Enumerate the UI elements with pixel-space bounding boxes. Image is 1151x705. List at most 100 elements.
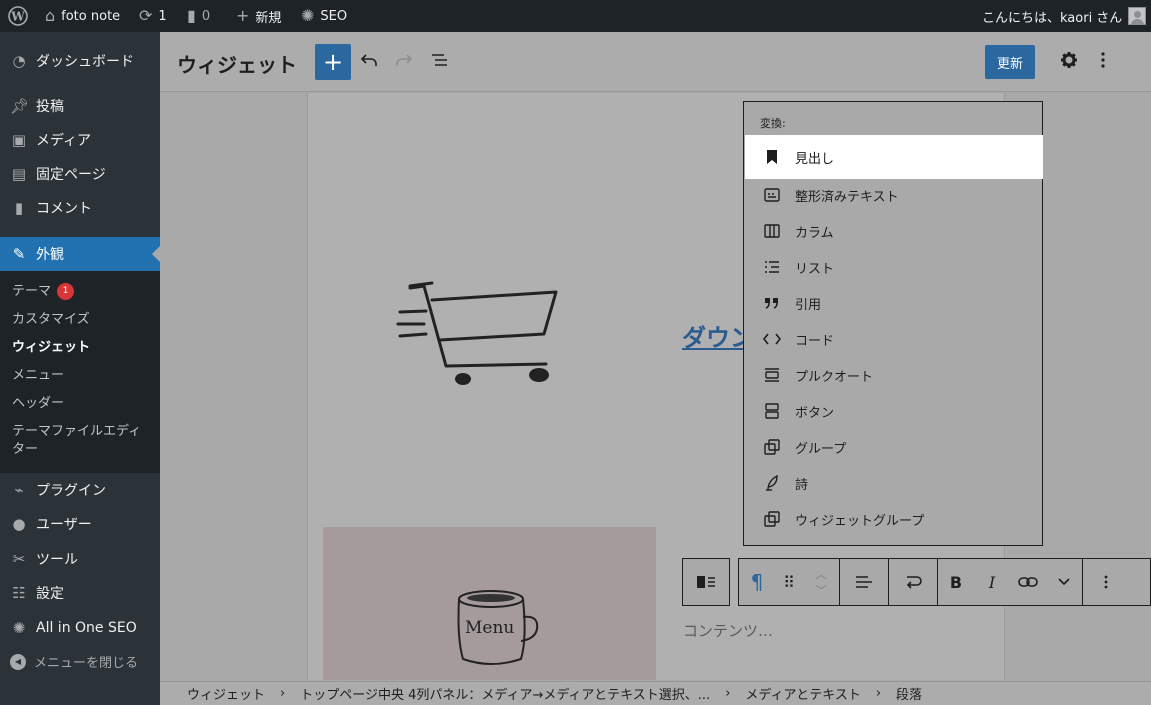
submenu-item-customize[interactable]: カスタマイズ: [12, 311, 90, 329]
sidebar-item-all-in-one-seo[interactable]: ✺ All in One SEO: [0, 611, 160, 645]
media-text-icon: [697, 576, 715, 588]
buttons-icon: [763, 402, 781, 420]
transform-item-label: リスト: [795, 261, 835, 277]
media-block[interactable]: Menu: [323, 527, 656, 680]
transform-label: 変換:: [760, 117, 786, 130]
code-icon: [763, 330, 781, 348]
sidebar-item-media[interactable]: ▣ メディア: [0, 123, 160, 157]
transform-item-label: 見出し: [795, 151, 835, 167]
breadcrumb-item[interactable]: 段落: [896, 684, 922, 703]
media-text-block-button[interactable]: [683, 559, 729, 605]
link-icon: [1018, 577, 1038, 587]
chevron-up-icon: ︿: [815, 568, 827, 581]
updates-count: 1: [158, 8, 167, 24]
dashboard-icon: ◔: [12, 52, 26, 70]
bold-button[interactable]: B: [938, 559, 974, 605]
options-button[interactable]: [1098, 50, 1108, 75]
transform-item-label: ボタン: [795, 405, 835, 421]
add-block-button[interactable]: +: [315, 44, 351, 80]
greeting: こんにちは、kaori さん: [982, 10, 1123, 26]
align-text-button[interactable]: [840, 559, 888, 605]
sidebar-item-posts[interactable]: 📌︎ 投稿: [0, 89, 160, 123]
loop-icon: [906, 576, 922, 589]
seo-icon: ✺: [12, 619, 26, 637]
svg-text:W: W: [10, 10, 25, 24]
sidebar-item-label: 外観: [36, 247, 64, 263]
move-block-buttons[interactable]: ︿ ﹀: [803, 559, 839, 605]
site-name: foto note: [61, 8, 121, 24]
site-name-link[interactable]: ⌂ foto note: [45, 0, 120, 32]
submenu-item-themes[interactable]: テーマ 1: [12, 283, 75, 301]
avatar: [1128, 7, 1147, 25]
update-button[interactable]: 更新: [985, 45, 1035, 79]
comments-link[interactable]: ▮ 0: [187, 0, 210, 32]
settings-button[interactable]: [1059, 50, 1079, 75]
download-link[interactable]: ダウンロード: [682, 318, 744, 353]
group-icon: [763, 438, 781, 456]
submenu-item-menus[interactable]: メニュー: [12, 367, 64, 385]
sidebar-item-label: 固定ページ: [36, 167, 106, 183]
redo-button[interactable]: [394, 50, 414, 75]
block-options-button[interactable]: [1083, 559, 1129, 605]
wordpress-logo-icon[interactable]: W: [8, 0, 28, 32]
editor-header: ウィジェット + 更新: [160, 32, 1151, 92]
italic-button[interactable]: I: [974, 559, 1010, 605]
widget-group-icon: [763, 510, 781, 528]
quote-icon: [763, 294, 781, 312]
account-menu[interactable]: こんにちは、kaori さん: [982, 0, 1147, 32]
paragraph-transform-button[interactable]: ¶: [739, 559, 775, 605]
collapse-menu-button[interactable]: ◀ メニューを閉じる: [10, 652, 138, 671]
more-vertical-icon: [1104, 575, 1108, 589]
transform-item-label: 引用: [795, 297, 822, 313]
breadcrumb-item[interactable]: ウィジェット: [187, 684, 265, 703]
drag-handle[interactable]: ⠿: [775, 559, 803, 605]
breadcrumb-item[interactable]: トップページ中央 4列パネル：メディア→メディアとテキスト選択、...: [300, 684, 710, 703]
sidebar-item-pages[interactable]: ▤ 固定ページ: [0, 157, 160, 191]
mug-text: Menu: [465, 618, 514, 638]
toolbar-group-format: B I: [938, 559, 1083, 605]
italic-icon: I: [988, 572, 996, 592]
undo-icon: [360, 54, 377, 66]
breadcrumb-separator-icon: ›: [280, 686, 286, 701]
link-button[interactable]: [1010, 559, 1046, 605]
chevron-down-icon: [1058, 578, 1070, 586]
breadcrumb-item[interactable]: メディアとテキスト: [745, 684, 860, 703]
transform-item-label: ウィジェットグループ: [795, 513, 925, 529]
pullquote-icon: [763, 366, 781, 384]
coffee-mug-image: Menu: [457, 590, 539, 665]
sidebar-item-dashboard[interactable]: ◔ ダッシュボード: [0, 44, 160, 78]
seo-link[interactable]: ✺ SEO: [301, 0, 347, 32]
submenu-item-theme-editor[interactable]: テーマファイルエディター: [12, 423, 148, 459]
verse-icon: [763, 474, 781, 492]
chevron-down-icon: ﹀: [815, 584, 827, 597]
submenu-item-header[interactable]: ヘッダー: [12, 395, 64, 413]
seo-gear-icon: ✺: [301, 6, 315, 25]
sidebar-item-comments[interactable]: ▮ コメント: [0, 191, 160, 225]
more-format-button[interactable]: [1046, 559, 1082, 605]
comment-icon: ▮: [14, 199, 24, 217]
toolbar-group-align: [840, 559, 889, 605]
transform-item-widget-group[interactable]: ウィジェットグループ: [745, 497, 1043, 541]
update-badge: 1: [57, 283, 75, 300]
sidebar-item-settings[interactable]: ☷ 設定: [0, 576, 160, 610]
transform-dropdown: 変換: 見出し 整形済みテキスト カラム リスト 引用 コード プルクオート ボ…: [743, 101, 1043, 546]
updates-link[interactable]: ⟳ 1: [139, 0, 167, 32]
sidebar-item-appearance[interactable]: ✎ 外観: [0, 237, 160, 271]
undo-button[interactable]: [359, 50, 379, 75]
sidebar-item-users[interactable]: ● ユーザー: [0, 507, 160, 541]
new-content-link[interactable]: + 新規: [236, 0, 281, 32]
page-icon: ▤: [11, 165, 27, 183]
breadcrumb-separator-icon: ›: [875, 686, 882, 701]
sidebar-item-tools[interactable]: ✂ ツール: [0, 542, 160, 576]
submenu-item-widgets[interactable]: ウィジェット: [12, 339, 90, 357]
plus-icon: +: [236, 6, 250, 25]
collapse-label: メニューを閉じる: [34, 656, 139, 671]
sidebar-item-plugins[interactable]: ⌁ プラグイン: [0, 473, 160, 507]
paragraph-placeholder[interactable]: コンテンツ…: [683, 620, 773, 641]
block-breadcrumb: ウィジェット › トップページ中央 4列パネル：メディア→メディアとテキスト選択…: [160, 681, 1151, 705]
preformatted-icon: [763, 186, 781, 204]
list-view-button[interactable]: [430, 50, 450, 75]
updates-icon: ⟳: [139, 6, 153, 25]
convert-button[interactable]: [889, 559, 937, 605]
home-icon: ⌂: [45, 6, 56, 25]
